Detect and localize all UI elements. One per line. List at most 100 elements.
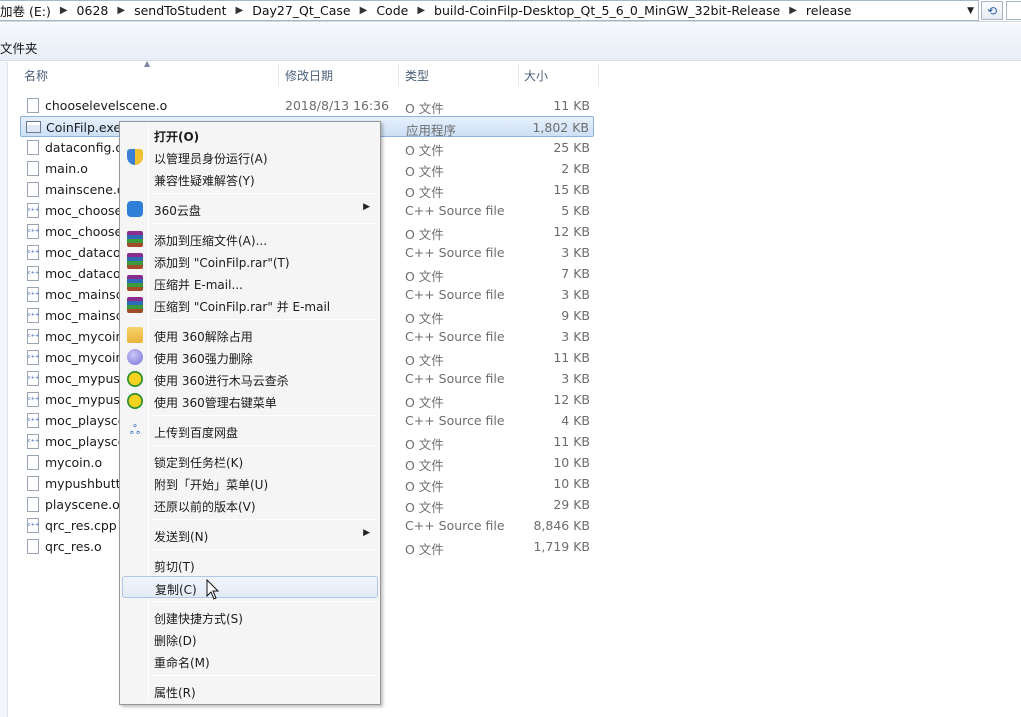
menu-item-restore-versions[interactable]: 还原以前的版本(V) [122, 494, 378, 516]
column-header-name[interactable]: 名称 [24, 62, 274, 88]
chevron-right-icon[interactable]: ▶ [114, 5, 128, 16]
file-type: C++ Source file [405, 287, 505, 302]
column-divider[interactable] [518, 64, 519, 86]
menu-item-compat[interactable]: 兼容性疑难解答(Y) [122, 168, 378, 190]
breadcrumb-label: sendToStudent [134, 3, 227, 18]
file-type: O 文件 [405, 101, 444, 116]
new-folder-button[interactable]: 文件夹 [0, 38, 38, 57]
file-name: moc_dataco [45, 245, 121, 260]
file-size: 9 KB [561, 308, 590, 323]
file-size: 5 KB [561, 203, 590, 218]
menu-separator [152, 675, 376, 676]
file-icon [27, 182, 39, 197]
file-type: C++ Source file [405, 413, 505, 428]
table-row[interactable]: chooselevelscene.o 2018/8/13 16:36 O 文件 11 … [20, 95, 594, 116]
file-type: O 文件 [405, 311, 444, 326]
breadcrumb-label: Code [376, 3, 409, 18]
column-divider[interactable] [598, 64, 599, 86]
file-name: moc_mainsc [45, 287, 123, 302]
menu-item-open[interactable]: 打开(O) [122, 124, 378, 146]
menu-item-add-archive[interactable]: 添加到压缩文件(A)... [122, 228, 378, 250]
file-name: moc_mypush [45, 371, 128, 386]
shield-icon [127, 149, 143, 165]
breadcrumb-item[interactable]: build-CoinFilp-Desktop_Qt_5_6_0_MinGW_32… [428, 1, 800, 20]
file-type: O 文件 [405, 185, 444, 200]
cloud-icon [127, 201, 143, 217]
menu-item-360-delete[interactable]: 使用 360强力删除 [122, 346, 378, 368]
navigation-pane-edge [0, 62, 8, 717]
column-divider[interactable] [278, 64, 279, 86]
menu-item-label: 使用 360强力删除 [154, 352, 253, 366]
menu-separator [152, 193, 376, 194]
file-size: 2 KB [561, 161, 590, 176]
file-type: O 文件 [405, 353, 444, 368]
chevron-down-icon[interactable]: ▼ [967, 6, 974, 16]
file-icon [27, 539, 39, 554]
chevron-right-icon[interactable]: ▶ [357, 5, 371, 16]
menu-item-add-rar[interactable]: 添加到 "CoinFilp.rar"(T) [122, 250, 378, 272]
menu-item-run-as-admin[interactable]: 以管理员身份运行(A) [122, 146, 378, 168]
menu-item-copy[interactable]: 复制(C) [122, 576, 378, 598]
exe-icon [26, 121, 41, 133]
chevron-right-icon: ▶ [363, 202, 370, 212]
file-type: O 文件 [405, 269, 444, 284]
menu-item-delete[interactable]: 删除(D) [122, 628, 378, 650]
menu-item-label: 删除(D) [154, 634, 197, 648]
menu-item-properties[interactable]: 属性(R) [122, 680, 378, 702]
menu-item-360-scan[interactable]: 使用 360进行木马云查杀 [122, 368, 378, 390]
file-name: qrc_res.o [45, 539, 102, 554]
menu-item-360-manage[interactable]: 使用 360管理右键菜单 [122, 390, 378, 412]
menu-item-label: 使用 360解除占用 [154, 330, 253, 344]
menu-item-create-shortcut[interactable]: 创建快捷方式(S) [122, 606, 378, 628]
file-name: mycoin.o [45, 455, 103, 470]
column-header-type[interactable]: 类型 [405, 62, 515, 88]
chevron-right-icon[interactable]: ▶ [233, 5, 247, 16]
winrar-icon [127, 231, 143, 247]
file-size: 1,719 KB [533, 539, 590, 554]
menu-item-pin-start[interactable]: 附到「开始」菜单(U) [122, 472, 378, 494]
menu-item-baidu-upload[interactable]: ஃ 上传到百度网盘 [122, 420, 378, 442]
menu-item-label: 使用 360管理右键菜单 [154, 396, 277, 410]
breadcrumb-label: Day27_Qt_Case [252, 3, 351, 18]
file-type: O 文件 [405, 542, 444, 557]
file-type: O 文件 [405, 437, 444, 452]
column-header-date[interactable]: 修改日期 [285, 62, 395, 88]
menu-item-rename[interactable]: 重命名(M) [122, 650, 378, 672]
search-input[interactable] [1006, 1, 1021, 20]
breadcrumb-item[interactable]: Code ▶ [370, 1, 428, 20]
menu-separator [152, 319, 376, 320]
winrar-icon [127, 297, 143, 313]
breadcrumb-item[interactable]: sendToStudent ▶ [128, 1, 246, 20]
menu-item-compress-rar-email[interactable]: 压缩到 "CoinFilp.rar" 并 E-mail [122, 294, 378, 316]
address-bar: 加卷 (E:) ▶ 0628 ▶ sendToStudent ▶ Day27_Qt_C… [0, 0, 1021, 22]
column-divider[interactable] [398, 64, 399, 86]
refresh-button[interactable]: ⟲ [981, 1, 1003, 20]
file-type: O 文件 [405, 395, 444, 410]
column-header-size[interactable]: 大小 [524, 62, 594, 88]
breadcrumb-item[interactable]: Day27_Qt_Case ▶ [246, 1, 370, 20]
file-size: 3 KB [561, 329, 590, 344]
menu-item-360-cloud[interactable]: 360云盘 ▶ [122, 198, 378, 220]
breadcrumb-item[interactable]: release [800, 1, 858, 20]
file-size: 3 KB [561, 371, 590, 386]
chevron-right-icon[interactable]: ▶ [786, 5, 800, 16]
breadcrumb[interactable]: 加卷 (E:) ▶ 0628 ▶ sendToStudent ▶ Day27_Qt_C… [0, 0, 979, 21]
file-size: 15 KB [553, 182, 590, 197]
menu-item-pin-taskbar[interactable]: 锁定到任务栏(K) [122, 450, 378, 472]
file-size: 1,802 KB [532, 120, 589, 135]
chevron-right-icon[interactable]: ▶ [414, 5, 428, 16]
breadcrumb-label: build-CoinFilp-Desktop_Qt_5_6_0_MinGW_32… [434, 3, 781, 18]
file-name: chooselevelscene.o [45, 98, 168, 113]
menu-separator [152, 601, 376, 602]
menu-item-label: 复制(C) [155, 583, 197, 597]
file-type: C++ Source file [405, 203, 505, 218]
chevron-right-icon[interactable]: ▶ [57, 5, 71, 16]
menu-item-360-unlock[interactable]: 使用 360解除占用 [122, 324, 378, 346]
breadcrumb-item[interactable]: 加卷 (E:) ▶ [0, 1, 71, 20]
breadcrumb-item[interactable]: 0628 ▶ [71, 1, 129, 20]
menu-item-compress-email[interactable]: 压缩并 E-mail... [122, 272, 378, 294]
file-name: mypushbutto [45, 476, 129, 491]
menu-item-cut[interactable]: 剪切(T) [122, 554, 378, 576]
file-size: 11 KB [553, 350, 590, 365]
menu-item-send-to[interactable]: 发送到(N) ▶ [122, 524, 378, 546]
